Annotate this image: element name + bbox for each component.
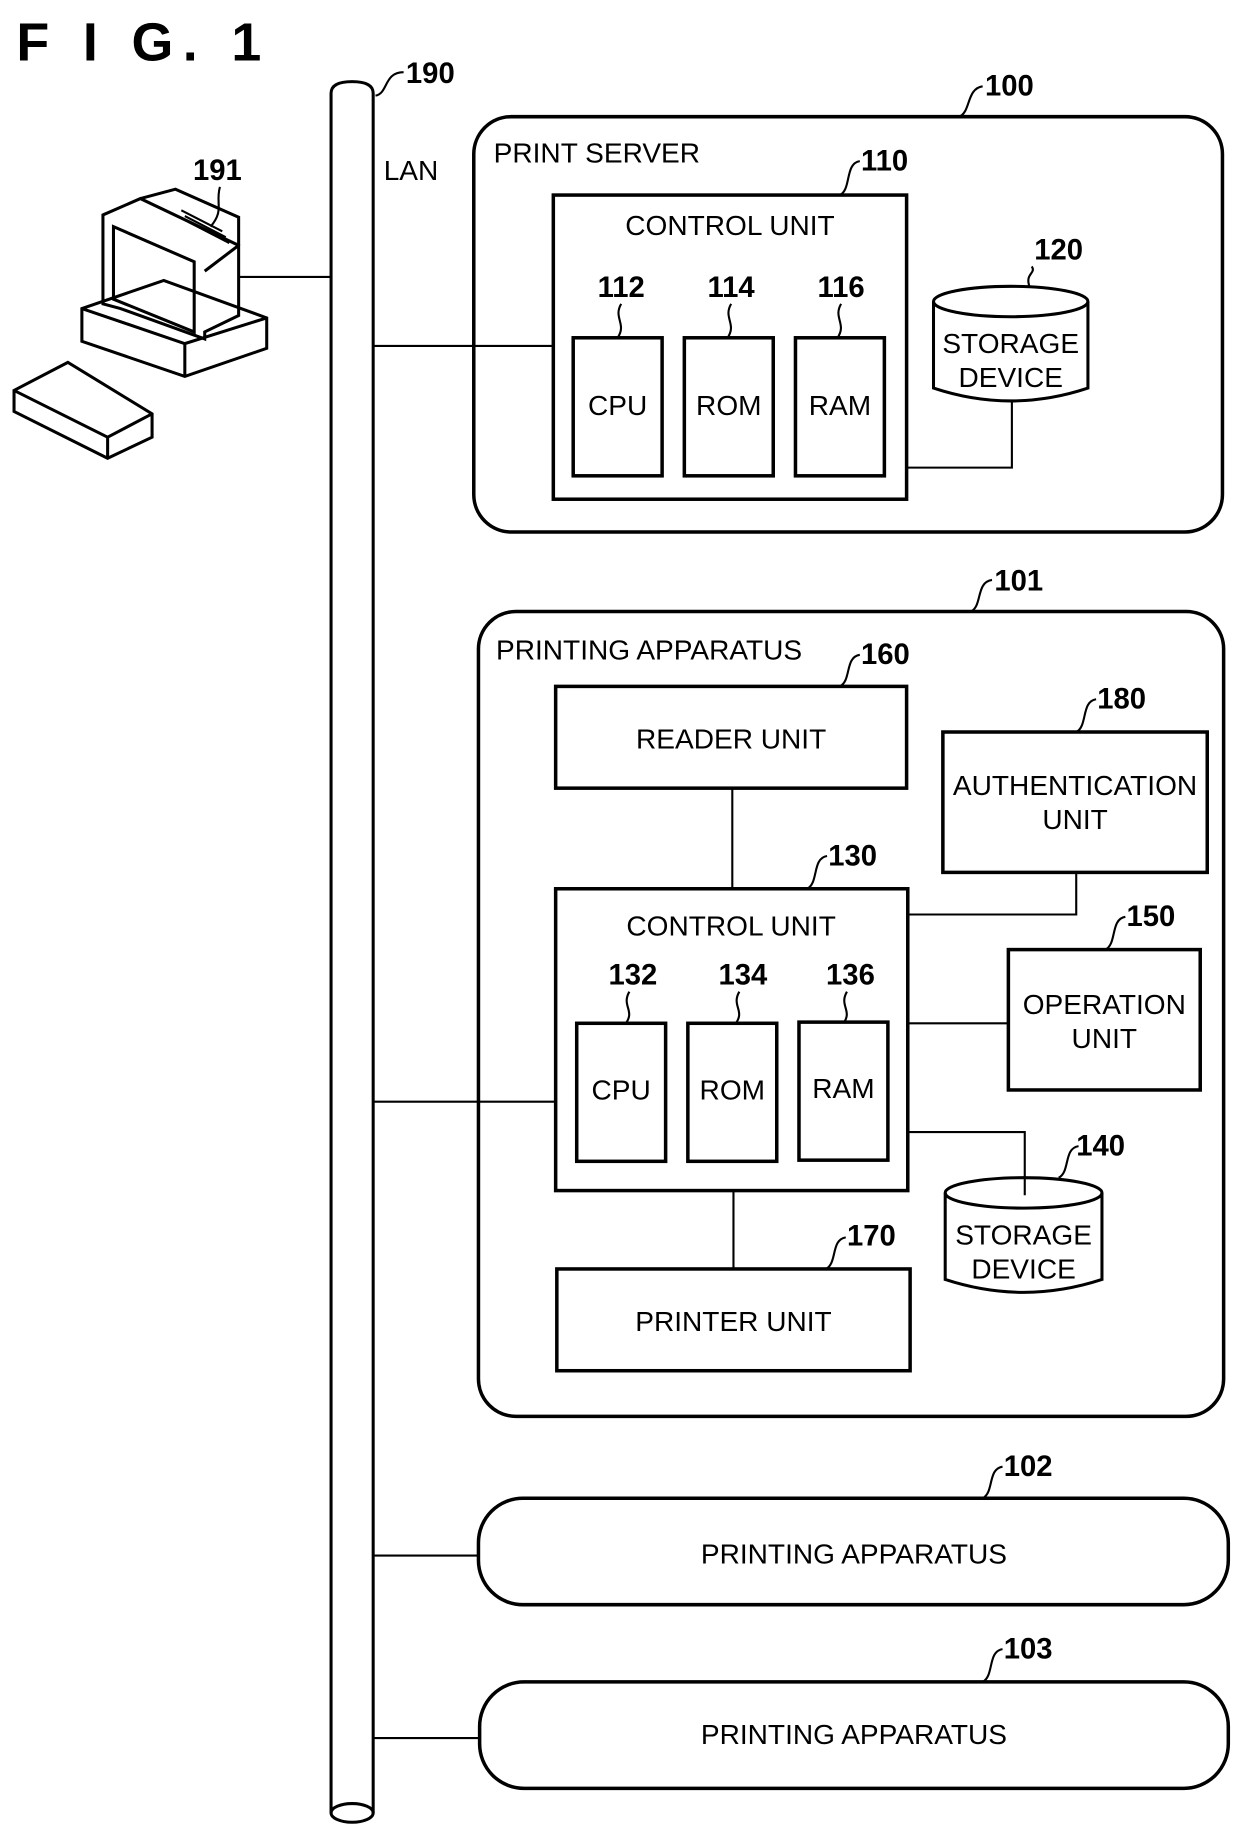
- printing-apparatus-103: 103 PRINTING APPARATUS: [373, 1634, 1231, 1791]
- printing-apparatus-102: 102 PRINTING APPARATUS: [373, 1451, 1231, 1607]
- cpu-112-label: CPU: [588, 390, 647, 421]
- network-diagram: F I G. 1 190 LAN 191 100 PRINT SERVER 11…: [12, 13, 1231, 1824]
- svg-text:140: 140: [1076, 1130, 1125, 1162]
- print-server-label: PRINT SERVER: [494, 137, 700, 168]
- svg-text:UNIT: UNIT: [1072, 1023, 1137, 1054]
- printing-apparatus-label: PRINTING APPARATUS: [496, 634, 802, 665]
- svg-text:132: 132: [608, 960, 657, 992]
- svg-text:UNIT: UNIT: [1042, 804, 1107, 835]
- computer-ref: 191: [193, 155, 242, 187]
- svg-text:STORAGE: STORAGE: [942, 328, 1079, 359]
- print-server-ref: 100: [985, 71, 1034, 103]
- lan-cable: 190 LAN: [329, 58, 455, 1824]
- svg-text:OPERATION: OPERATION: [1023, 989, 1186, 1020]
- svg-text:130: 130: [828, 840, 877, 872]
- rom-114-ref: 114: [708, 272, 756, 304]
- svg-text:101: 101: [994, 565, 1043, 597]
- cpu-112-ref: 112: [598, 272, 645, 304]
- printing-apparatus-101: 101 PRINTING APPARATUS 160 READER UNIT 1…: [373, 565, 1226, 1419]
- svg-text:STORAGE: STORAGE: [955, 1219, 1092, 1250]
- svg-text:103: 103: [1004, 1634, 1053, 1666]
- svg-text:170: 170: [847, 1221, 896, 1253]
- svg-text:PRINTER UNIT: PRINTER UNIT: [635, 1306, 831, 1337]
- svg-text:134: 134: [718, 960, 768, 992]
- control-unit-110-label: CONTROL UNIT: [625, 210, 834, 241]
- svg-text:120: 120: [1034, 234, 1083, 266]
- svg-text:136: 136: [826, 960, 875, 992]
- svg-text:DEVICE: DEVICE: [971, 1253, 1075, 1284]
- svg-text:150: 150: [1127, 901, 1176, 933]
- svg-text:PRINTING APPARATUS: PRINTING APPARATUS: [701, 1719, 1007, 1750]
- control-unit-110-ref: 110: [861, 146, 908, 178]
- svg-text:102: 102: [1004, 1451, 1053, 1483]
- ram-116-ref: 116: [818, 272, 865, 304]
- svg-text:180: 180: [1097, 684, 1146, 716]
- lan-ref: 190: [406, 58, 455, 90]
- svg-text:RAM: RAM: [812, 1073, 874, 1104]
- svg-text:CONTROL UNIT: CONTROL UNIT: [626, 911, 835, 942]
- svg-text:DEVICE: DEVICE: [958, 362, 1062, 393]
- print-server: 100 PRINT SERVER 110 CONTROL UNIT 112 CP…: [373, 71, 1225, 534]
- client-computer: 191: [12, 155, 332, 460]
- svg-text:AUTHENTICATION: AUTHENTICATION: [953, 770, 1197, 801]
- lan-label: LAN: [384, 155, 439, 186]
- rom-114-label: ROM: [696, 390, 761, 421]
- svg-text:READER UNIT: READER UNIT: [636, 723, 826, 754]
- svg-text:CPU: CPU: [592, 1074, 651, 1105]
- svg-text:PRINTING APPARATUS: PRINTING APPARATUS: [701, 1539, 1007, 1570]
- control-unit-130: 130 CONTROL UNIT 132 CPU 134 ROM 136 RAM: [553, 840, 910, 1193]
- svg-text:ROM: ROM: [700, 1074, 765, 1105]
- ram-116-label: RAM: [809, 390, 871, 421]
- svg-text:160: 160: [861, 639, 910, 671]
- figure-title: F I G. 1: [16, 13, 270, 73]
